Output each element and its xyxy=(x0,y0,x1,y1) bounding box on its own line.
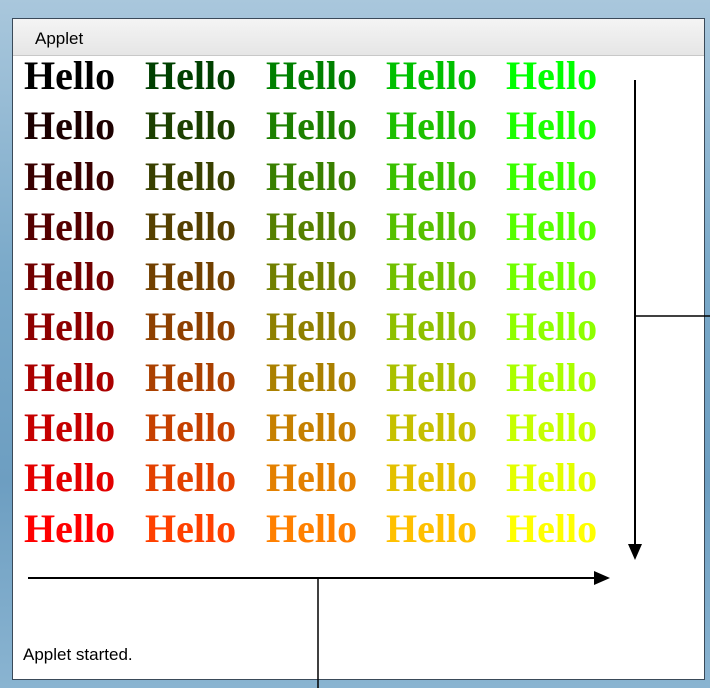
hello-text: Hello xyxy=(506,505,598,551)
hello-text: Hello xyxy=(24,354,116,400)
hello-text: Hello xyxy=(386,354,478,400)
hello-text: Hello xyxy=(266,254,358,300)
hello-text: Hello xyxy=(266,53,358,98)
hello-text: Hello xyxy=(506,53,598,98)
hello-text: Hello xyxy=(386,103,478,149)
hello-text: Hello xyxy=(506,254,598,300)
hello-text: Hello xyxy=(24,53,116,98)
applet-titlebar: Applet xyxy=(13,19,704,56)
applet-window: Applet Applet started. xyxy=(12,18,705,680)
hello-text: Hello xyxy=(24,304,116,350)
hello-text: Hello xyxy=(24,405,116,451)
hello-text: Hello xyxy=(145,203,237,249)
hello-text: Hello xyxy=(506,103,598,149)
hello-text: Hello xyxy=(24,505,116,551)
hello-text: Hello xyxy=(266,153,358,199)
hello-text: Hello xyxy=(145,153,237,199)
hello-text: Hello xyxy=(145,103,237,149)
hello-text: Hello xyxy=(506,354,598,400)
hello-text: Hello xyxy=(266,103,358,149)
hello-text: Hello xyxy=(506,304,598,350)
hello-text: Hello xyxy=(386,405,478,451)
hello-text: Hello xyxy=(145,53,237,98)
hello-text: Hello xyxy=(266,304,358,350)
status-bar-text: Applet started. xyxy=(23,645,133,664)
hello-text: Hello xyxy=(386,455,478,501)
hello-text: Hello xyxy=(506,153,598,199)
hello-text: Hello xyxy=(145,354,237,400)
hello-text: Hello xyxy=(506,405,598,451)
hello-text: Hello xyxy=(266,203,358,249)
hello-text: Hello xyxy=(24,254,116,300)
hello-text: Hello xyxy=(266,505,358,551)
hello-text: Hello xyxy=(266,354,358,400)
hello-text: Hello xyxy=(386,53,478,98)
hello-text: Hello xyxy=(145,254,237,300)
hello-text: Hello xyxy=(386,203,478,249)
hello-text: Hello xyxy=(266,455,358,501)
hello-text: Hello xyxy=(145,304,237,350)
hello-text: Hello xyxy=(386,254,478,300)
hello-text: Hello xyxy=(386,505,478,551)
hello-text: Hello xyxy=(506,203,598,249)
hello-text: Hello xyxy=(24,203,116,249)
hello-text: Hello xyxy=(266,405,358,451)
hello-text: Hello xyxy=(386,304,478,350)
applet-title: Applet xyxy=(35,29,84,48)
hello-text: Hello xyxy=(386,153,478,199)
hello-text: Hello xyxy=(24,455,116,501)
hello-text: Hello xyxy=(145,505,237,551)
hello-text: Hello xyxy=(24,103,116,149)
hello-text: Hello xyxy=(145,455,237,501)
hello-text: Hello xyxy=(506,455,598,501)
hello-text: Hello xyxy=(145,405,237,451)
hello-text: Hello xyxy=(24,153,116,199)
